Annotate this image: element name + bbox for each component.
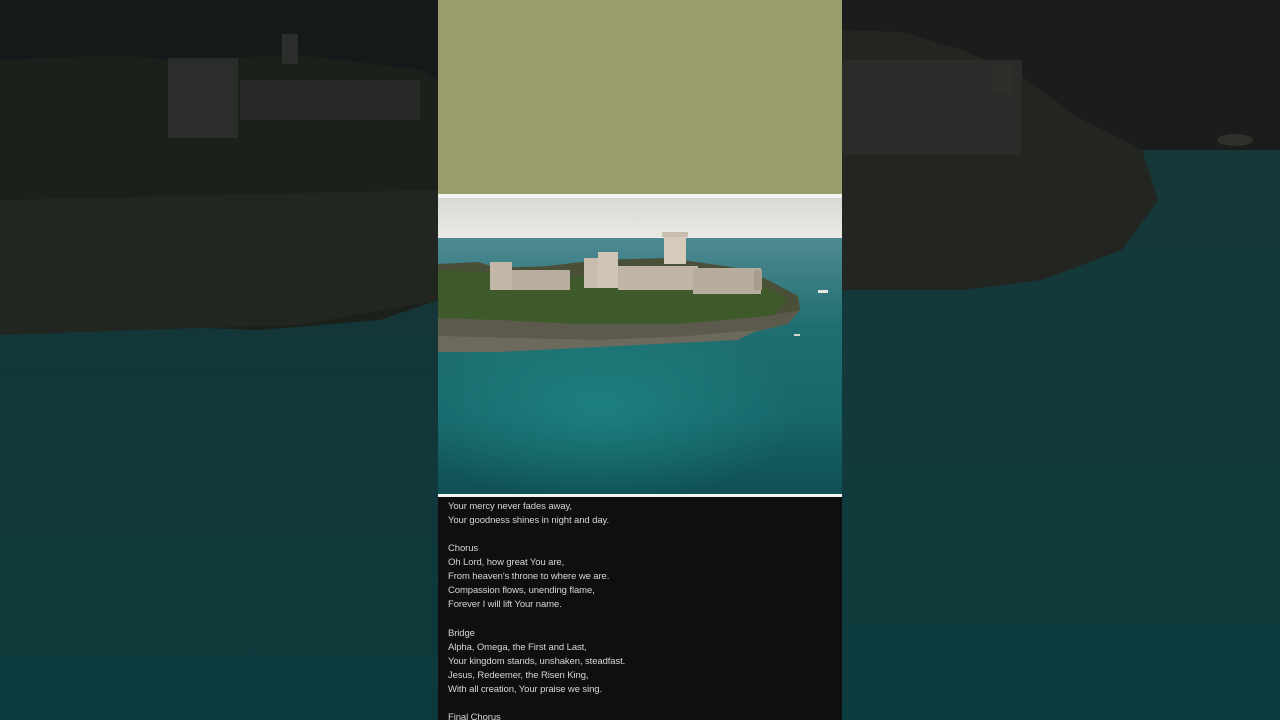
lyric-section-heading: Final Chorus (448, 712, 501, 720)
lyric-line: Your mercy never fades away, (448, 501, 572, 512)
lyrics-panel: Your mercy never fades away, Your goodne… (438, 497, 842, 720)
blurred-background-right (842, 0, 1280, 720)
blurred-background-left (0, 0, 438, 720)
lyric-line: Oh Lord, how great You are, (448, 557, 565, 568)
olive-color-block (438, 0, 842, 194)
video-frame[interactable]: Your mercy never fades away, Your goodne… (438, 0, 842, 720)
castle-seascape-image (438, 198, 842, 494)
lyric-line: Alpha, Omega, the First and Last, (448, 642, 587, 653)
lyric-line: From heaven's throne to where we are. (448, 571, 610, 582)
lyric-section-heading: Bridge (448, 628, 475, 639)
lyric-line: Compassion flows, unending flame, (448, 585, 595, 596)
lyric-line: Your goodness shines in night and day. (448, 515, 609, 526)
lyric-section-heading: Chorus (448, 543, 479, 554)
lyric-line: With all creation, Your praise we sing. (448, 684, 602, 695)
lyric-line: Your kingdom stands, unshaken, steadfast… (448, 656, 626, 667)
lyric-line: Jesus, Redeemer, the Risen King, (448, 670, 589, 681)
lyric-line: Forever I will lift Your name. (448, 599, 562, 610)
